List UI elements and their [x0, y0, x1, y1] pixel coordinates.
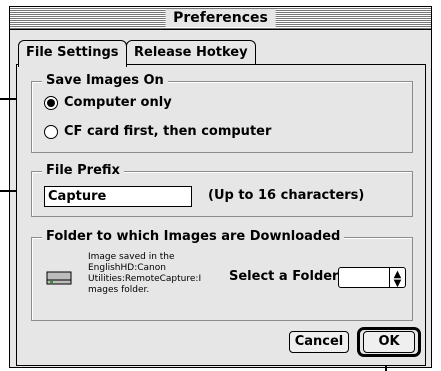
tab-release-hotkey[interactable]: Release Hotkey: [126, 40, 256, 65]
file-prefix-input[interactable]: Capture: [44, 186, 192, 207]
tab-panel: Save Images On Computer only CF card fir…: [16, 64, 426, 366]
title-bar[interactable]: Preferences: [10, 7, 431, 30]
hard-drive-icon: [46, 271, 72, 285]
cancel-button[interactable]: Cancel: [289, 331, 349, 353]
file-prefix-legend: File Prefix: [42, 163, 124, 179]
folder-legend: Folder to which Images are Downloaded: [42, 229, 345, 245]
window-title: Preferences: [165, 9, 276, 27]
folder-info-line: mages folder.: [88, 285, 150, 295]
select-folder-label: Select a Folder:: [229, 269, 344, 284]
radio-label: Computer only: [64, 95, 172, 110]
up-down-arrows-icon: ▲ ▼: [389, 268, 405, 289]
preferences-window: Preferences File Settings Release Hotkey…: [9, 6, 432, 368]
radio-button-selected[interactable]: [44, 95, 58, 110]
folder-group: Folder to which Images are Downloaded Im…: [31, 229, 413, 321]
file-prefix-group: File Prefix Capture (Up to 16 characters…: [31, 163, 413, 217]
ok-button[interactable]: OK: [363, 331, 415, 353]
radio-computer-only[interactable]: Computer only: [44, 95, 172, 110]
folder-select[interactable]: ▲ ▼: [338, 267, 406, 289]
folder-info-line: Utilities:RemoteCapture:I: [88, 274, 202, 284]
folder-info-text: Image saved in the EnglishHD:Canon Utili…: [88, 252, 201, 296]
folder-info-line: Image saved in the: [88, 252, 175, 262]
radio-label: CF card first, then computer: [64, 124, 272, 139]
save-images-legend: Save Images On: [42, 73, 168, 89]
file-prefix-hint: (Up to 16 characters): [208, 188, 365, 203]
save-images-group: Save Images On Computer only CF card fir…: [31, 73, 413, 153]
folder-info-line: EnglishHD:Canon: [88, 263, 166, 273]
radio-cf-card-first[interactable]: CF card first, then computer: [44, 124, 271, 139]
tab-file-settings[interactable]: File Settings: [18, 40, 127, 67]
radio-button[interactable]: [44, 124, 58, 139]
